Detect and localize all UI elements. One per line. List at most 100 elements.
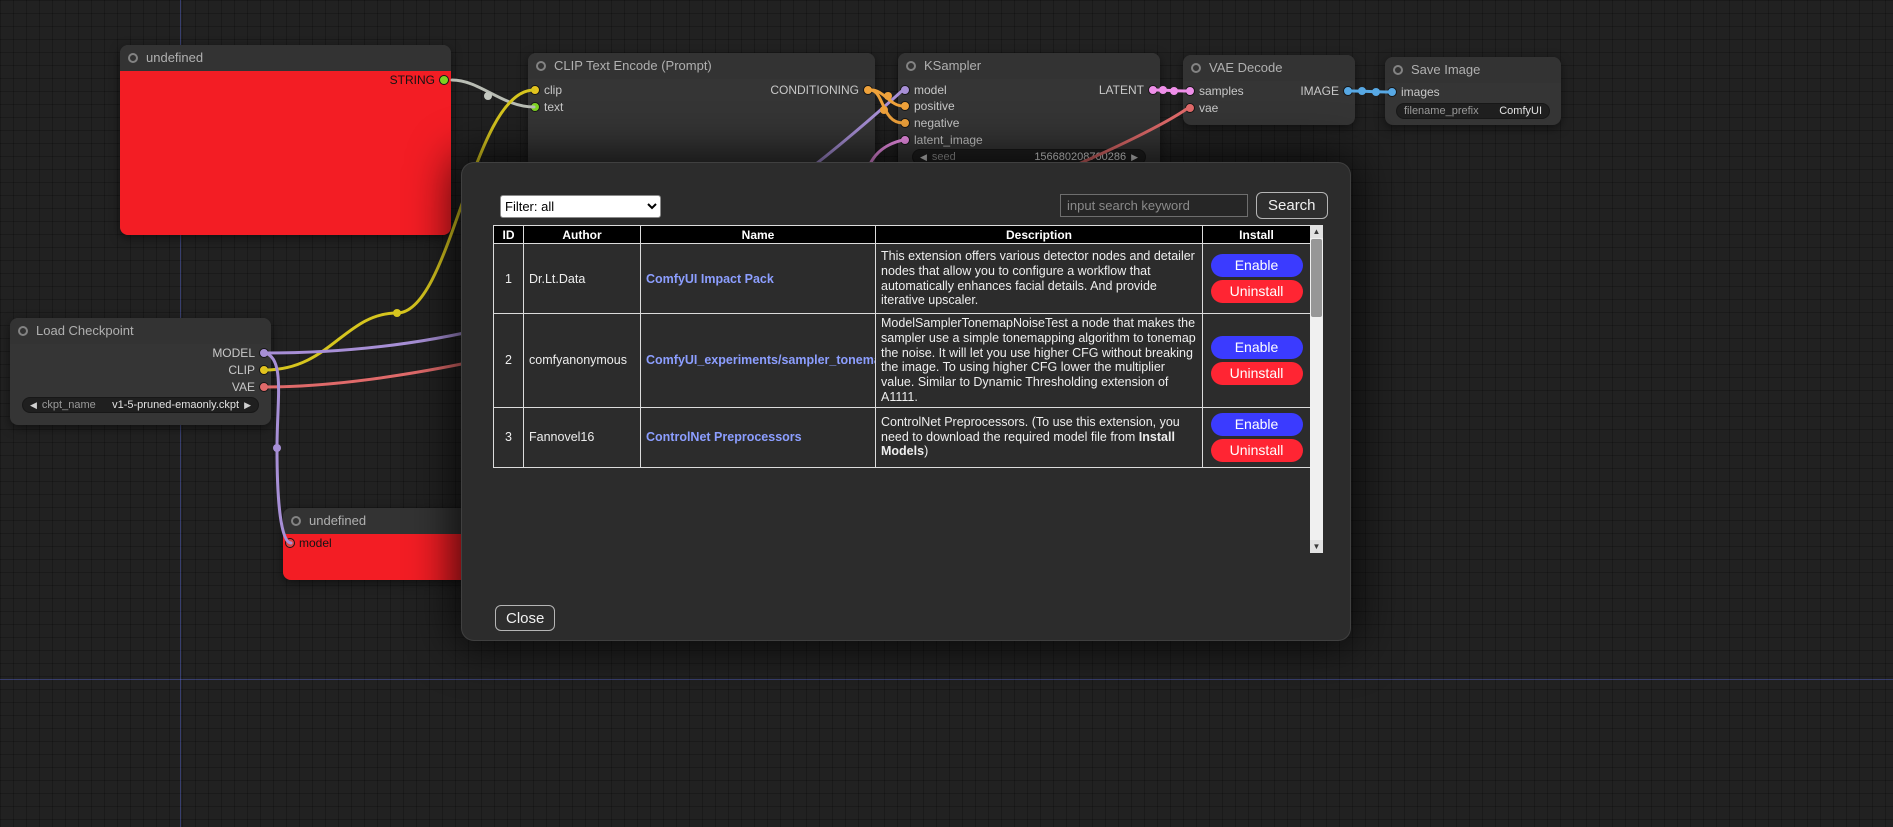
node-header[interactable]: VAE Decode <box>1183 55 1355 81</box>
input-port-model: model <box>898 83 947 97</box>
node-title: undefined <box>309 513 366 528</box>
extension-link[interactable]: ComfyUI_experiments/sampler_tonemap <box>646 353 876 367</box>
wire-dot <box>1159 86 1167 94</box>
input-port-latent-image: latent_image <box>898 133 983 147</box>
wire-dot <box>884 92 892 100</box>
scroll-up-icon[interactable]: ▲ <box>1310 225 1323 238</box>
node-undefined-model[interactable]: undefined model <box>283 508 470 580</box>
column-header-id: ID <box>494 226 524 244</box>
node-header[interactable]: Save Image <box>1385 57 1561 83</box>
node-body <box>120 71 451 235</box>
port-dot-string[interactable] <box>439 75 449 85</box>
search-button[interactable]: Search <box>1256 192 1328 219</box>
search-input[interactable] <box>1060 194 1248 217</box>
enable-button[interactable]: Enable <box>1211 254 1303 277</box>
collapse-dot-icon[interactable] <box>128 53 138 63</box>
port-dot-clip[interactable] <box>259 365 269 375</box>
extension-link[interactable]: ComfyUI Impact Pack <box>646 272 774 286</box>
node-title: VAE Decode <box>1209 60 1282 75</box>
input-port-images: images <box>1385 85 1440 99</box>
input-port-text: text <box>528 100 563 114</box>
extension-table: ID Author Name Description Install 1 Dr.… <box>493 225 1310 468</box>
input-port-vae: vae <box>1183 101 1218 115</box>
output-port-string: STRING <box>390 73 451 87</box>
collapse-dot-icon[interactable] <box>906 61 916 71</box>
node-header[interactable]: KSampler <box>898 53 1160 79</box>
wire-dot <box>393 309 401 317</box>
uninstall-button[interactable]: Uninstall <box>1211 439 1303 462</box>
port-dot-model[interactable] <box>900 85 910 95</box>
extension-link[interactable]: ControlNet Preprocessors <box>646 430 802 444</box>
port-dot-negative[interactable] <box>900 118 910 128</box>
canvas-axis-horizontal <box>0 679 1893 680</box>
wire-dot <box>1170 87 1178 95</box>
node-title: CLIP Text Encode (Prompt) <box>554 58 712 73</box>
cell-author: comfyanonymous <box>524 314 641 408</box>
cell-id: 2 <box>494 314 524 408</box>
node-ksampler[interactable]: KSampler model positive negative latent_… <box>898 53 1160 173</box>
port-dot-positive[interactable] <box>900 101 910 111</box>
uninstall-button[interactable]: Uninstall <box>1211 280 1303 303</box>
port-dot-model[interactable] <box>259 348 269 358</box>
port-dot-latent[interactable] <box>1148 85 1158 95</box>
port-dot-samples[interactable] <box>1185 86 1195 96</box>
cell-description: This extension offers various detector n… <box>876 244 1203 314</box>
collapse-dot-icon[interactable] <box>1393 65 1403 75</box>
scroll-down-icon[interactable]: ▼ <box>1310 540 1323 553</box>
enable-button[interactable]: Enable <box>1211 336 1303 359</box>
node-header[interactable]: undefined <box>283 508 470 534</box>
node-header[interactable]: CLIP Text Encode (Prompt) <box>528 53 875 79</box>
port-dot-latent-image[interactable] <box>900 135 910 145</box>
output-port-vae: VAE <box>232 380 271 394</box>
input-port-clip: clip <box>528 83 562 97</box>
close-button[interactable]: Close <box>495 605 555 631</box>
input-port-model: model <box>283 536 332 550</box>
filter-select[interactable]: Filter: all <box>500 195 661 218</box>
node-header[interactable]: undefined <box>120 45 451 71</box>
input-port-positive: positive <box>898 99 955 113</box>
node-vae-decode[interactable]: VAE Decode samples vae IMAGE <box>1183 55 1355 125</box>
node-clip-text-encode[interactable]: CLIP Text Encode (Prompt) clip text COND… <box>528 53 875 168</box>
filename-prefix-widget[interactable]: filename_prefix ComfyUI <box>1396 103 1550 119</box>
port-dot-images[interactable] <box>1387 87 1397 97</box>
node-header[interactable]: Load Checkpoint <box>10 318 271 344</box>
cell-description: ModelSamplerTonemapNoiseTest a node that… <box>876 314 1203 408</box>
extension-row: 1 Dr.Lt.Data ComfyUI Impact Pack This ex… <box>494 244 1311 314</box>
node-canvas[interactable]: undefined STRING CLIP Text Encode (Promp… <box>0 0 1893 827</box>
wire-dot <box>1372 88 1380 96</box>
output-port-image: IMAGE <box>1300 84 1355 98</box>
next-arrow-icon[interactable]: ▶ <box>244 397 251 413</box>
input-port-samples: samples <box>1183 84 1244 98</box>
port-dot-clip[interactable] <box>530 85 540 95</box>
ckpt-name-widget[interactable]: ◀ ckpt_name v1-5-pruned-emaonly.ckpt ▶ <box>22 397 259 413</box>
collapse-dot-icon[interactable] <box>291 516 301 526</box>
cell-description: ControlNet Preprocessors. (To use this e… <box>876 407 1203 467</box>
enable-button[interactable]: Enable <box>1211 413 1303 436</box>
port-dot-text[interactable] <box>530 102 540 112</box>
collapse-dot-icon[interactable] <box>536 61 546 71</box>
cell-id: 3 <box>494 407 524 467</box>
cell-id: 1 <box>494 244 524 314</box>
wire-dot <box>880 106 888 114</box>
node-undefined-string[interactable]: undefined STRING <box>120 45 451 235</box>
cell-author: Dr.Lt.Data <box>524 244 641 314</box>
node-save-image[interactable]: Save Image images filename_prefix ComfyU… <box>1385 57 1561 125</box>
port-dot-vae[interactable] <box>259 382 269 392</box>
table-scrollbar[interactable]: ▲ ▼ <box>1310 225 1323 553</box>
previous-arrow-icon[interactable]: ◀ <box>30 397 37 413</box>
cell-author: Fannovel16 <box>524 407 641 467</box>
output-port-model: MODEL <box>212 346 271 360</box>
column-header-install: Install <box>1203 226 1311 244</box>
scrollbar-thumb[interactable] <box>1311 239 1322 317</box>
uninstall-button[interactable]: Uninstall <box>1211 362 1303 385</box>
collapse-dot-icon[interactable] <box>1191 63 1201 73</box>
port-dot-model[interactable] <box>285 538 295 548</box>
column-header-author: Author <box>524 226 641 244</box>
node-load-checkpoint[interactable]: Load Checkpoint MODEL CLIP VAE ◀ ckpt_na… <box>10 318 271 425</box>
collapse-dot-icon[interactable] <box>18 326 28 336</box>
wire-string-to-text <box>452 80 534 107</box>
port-dot-vae[interactable] <box>1185 103 1195 113</box>
column-header-name: Name <box>641 226 876 244</box>
port-dot-image[interactable] <box>1343 86 1353 96</box>
port-dot-conditioning[interactable] <box>863 85 873 95</box>
